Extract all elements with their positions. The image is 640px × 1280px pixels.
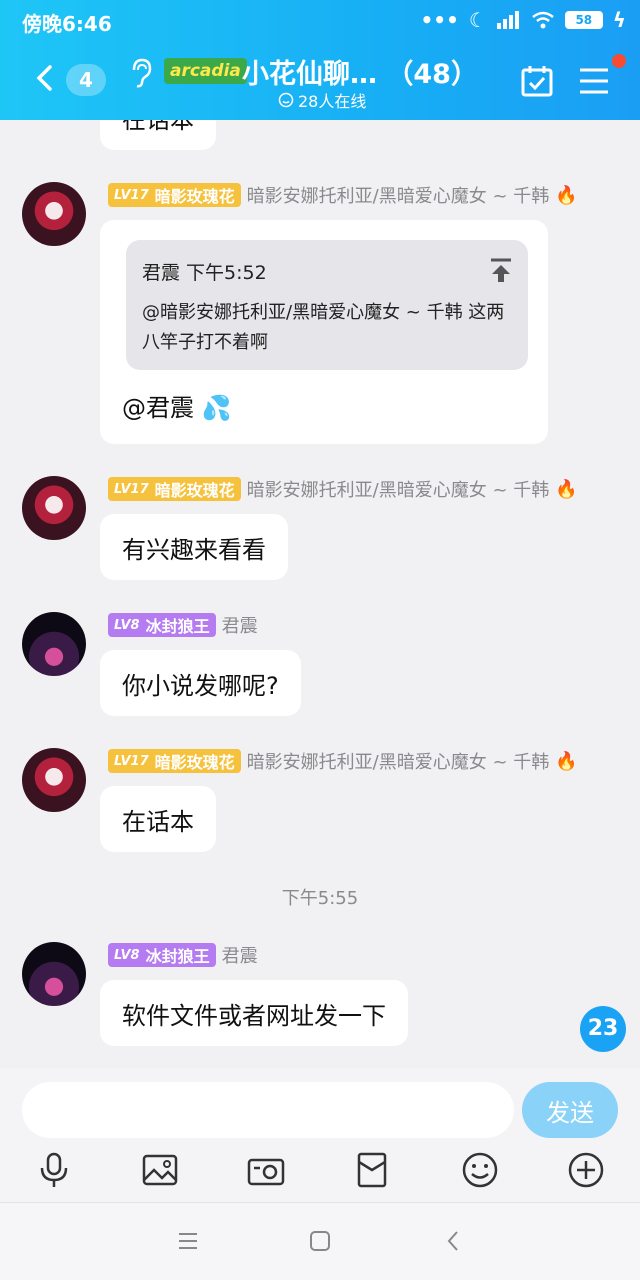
message-input[interactable] <box>22 1082 514 1138</box>
avatar[interactable] <box>22 748 86 812</box>
red-packet-icon[interactable] <box>352 1150 392 1190</box>
online-status: 28人在线 <box>278 88 366 112</box>
new-message-count[interactable]: 23 <box>580 1006 626 1052</box>
level-badge: LV17 暗影玫瑰花 <box>108 749 241 773</box>
charging-icon: ϟ <box>612 8 626 32</box>
moon-icon: ☾ <box>468 8 487 32</box>
message-bubble[interactable]: 有兴趣来看看 <box>100 514 288 580</box>
fire-icon: 🔥 <box>555 478 578 500</box>
plus-icon[interactable] <box>566 1150 606 1190</box>
fire-icon: 🔥 <box>555 750 578 772</box>
input-toolbar <box>0 1150 640 1194</box>
status-icons: ••• ☾ 58 ϟ <box>421 8 627 32</box>
message-bubble[interactable]: 软件文件或者网址发一下 <box>100 980 408 1046</box>
fire-icon: 🔥 <box>555 184 578 206</box>
calendar-check-icon[interactable] <box>520 64 554 98</box>
sender-name[interactable]: 暗影安娜托利亚/黑暗爱心魔女 ~ 千韩 <box>247 748 550 774</box>
message-bubble[interactable]: 你小说发哪呢? <box>100 650 301 716</box>
avatar[interactable] <box>22 182 86 246</box>
quote-body: @暗影安娜托利亚/黑暗爱心魔女 ~ 千韩 这两八竿子打不着啊 <box>142 302 505 353</box>
unread-count-badge[interactable]: 4 <box>66 64 106 96</box>
recent-apps-icon[interactable] <box>176 1229 200 1253</box>
message-meta: LV8 冰封狼王 君震 <box>108 612 258 638</box>
pin-top-icon[interactable] <box>490 258 512 282</box>
quote-header: 君震 下午5:52 <box>142 262 267 284</box>
top-header: 傍晚6:46 ••• ☾ 58 ϟ 4 arcadia 小花仙聊… （48） 2… <box>0 0 640 120</box>
microphone-icon[interactable] <box>34 1150 74 1190</box>
back-icon[interactable] <box>32 64 60 92</box>
avatar[interactable] <box>22 612 86 676</box>
status-time: 傍晚6:46 <box>22 12 112 36</box>
smile-icon <box>278 92 294 108</box>
message-meta: LV17 暗影玫瑰花 暗影安娜托利亚/黑暗爱心魔女 ~ 千韩 🔥 <box>108 748 578 774</box>
image-icon[interactable] <box>140 1150 180 1190</box>
camera-icon[interactable] <box>246 1150 286 1190</box>
brand-logo: arcadia <box>164 58 247 84</box>
chat-nav: 4 arcadia 小花仙聊… （48） 28人在线 <box>0 52 640 112</box>
level-badge: LV17 暗影玫瑰花 <box>108 183 241 207</box>
ear-icon[interactable] <box>128 58 154 88</box>
message-text: @君震 💦 <box>122 394 232 422</box>
message-meta: LV17 暗影玫瑰花 暗影安娜托利亚/黑暗爱心魔女 ~ 千韩 🔥 <box>108 476 578 502</box>
time-separator: 下午5:55 <box>281 888 359 909</box>
message-meta: LV17 暗影玫瑰花 暗影安娜托利亚/黑暗爱心魔女 ~ 千韩 🔥 <box>108 182 578 208</box>
system-nav-bar <box>0 1202 640 1280</box>
chat-area[interactable]: 在话本 LV17暗影玫瑰花 暗影安娜托利亚/黑暗爱心魔女 ~ 千韩 🔥 @君震 … <box>0 120 640 1068</box>
status-bar: 傍晚6:46 ••• ☾ 58 ϟ <box>22 8 626 36</box>
emoji-icon[interactable] <box>460 1150 500 1190</box>
sender-name[interactable]: 暗影安娜托利亚/黑暗爱心魔女 ~ 千韩 <box>247 182 550 208</box>
input-bar: 发送 <box>0 1068 640 1202</box>
message-bubble-partial[interactable]: 在话本 <box>100 120 216 150</box>
avatar[interactable] <box>22 942 86 1006</box>
home-icon[interactable] <box>308 1229 332 1253</box>
signal-icon <box>496 11 519 29</box>
wifi-icon <box>532 11 554 29</box>
level-badge: LV8 冰封狼王 <box>108 943 216 967</box>
quoted-message[interactable]: 君震 下午5:52 @暗影安娜托利亚/黑暗爱心魔女 ~ 千韩 这两八竿子打不着啊 <box>126 240 528 370</box>
online-count: 28人在线 <box>298 92 367 111</box>
send-button[interactable]: 发送 <box>522 1082 618 1138</box>
more-dots-icon: ••• <box>420 8 459 32</box>
notification-dot <box>612 54 626 68</box>
sender-name[interactable]: 暗影安娜托利亚/黑暗爱心魔女 ~ 千韩 <box>247 476 550 502</box>
battery-icon: 58 <box>564 11 603 29</box>
sender-name[interactable]: 君震 <box>222 612 258 638</box>
back-nav-icon[interactable] <box>442 1229 466 1253</box>
sender-name[interactable]: 君震 <box>222 942 258 968</box>
message-meta: LV8 冰封狼王 君震 <box>108 942 258 968</box>
menu-icon[interactable] <box>578 66 610 96</box>
level-badge: LV17 暗影玫瑰花 <box>108 477 241 501</box>
group-title[interactable]: 小花仙聊… （48） <box>242 52 478 91</box>
avatar[interactable] <box>22 476 86 540</box>
message-bubble[interactable]: 在话本 <box>100 786 216 852</box>
level-badge: LV8 冰封狼王 <box>108 613 216 637</box>
